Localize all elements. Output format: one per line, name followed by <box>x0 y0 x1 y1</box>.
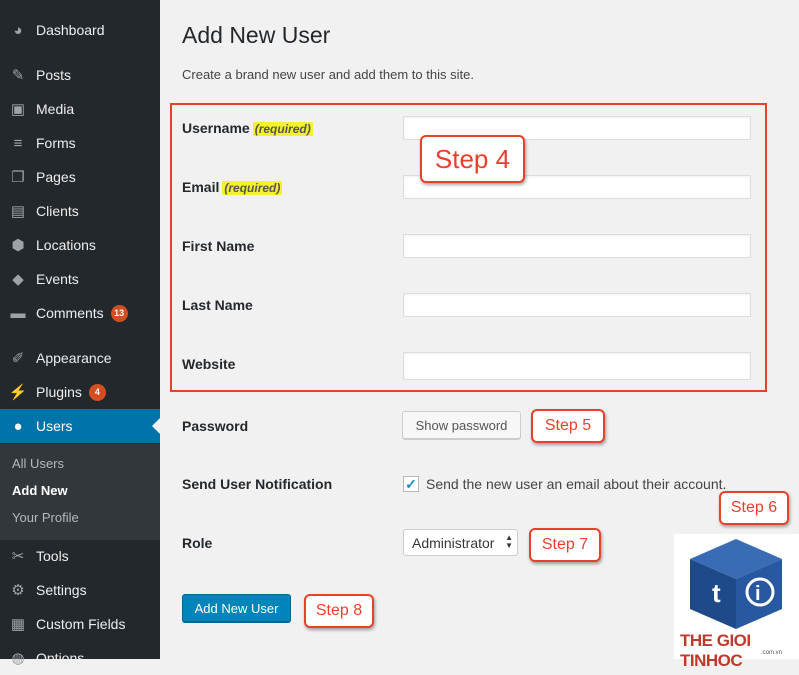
count-badge: 13 <box>110 304 128 322</box>
sidebar-item-clients[interactable]: ▤ Clients <box>0 194 160 228</box>
notification-label: Send User Notification <box>182 476 333 492</box>
password-label: Password <box>182 418 249 434</box>
select-arrows-icon: ▲ ▼ <box>505 533 513 550</box>
sidebar-item-appearance[interactable]: ✐ Appearance <box>0 341 160 375</box>
sidebar-item-options[interactable]: ◍ Options <box>0 641 160 675</box>
sidebar-item-pages[interactable]: ❐ Pages <box>0 160 160 194</box>
events-icon: ◆ <box>12 271 24 288</box>
pin-icon: ✎ <box>11 67 25 84</box>
sidebar-item-plugins[interactable]: ⚡ Plugins 4 <box>0 375 160 409</box>
sidebar-item-label: Locations <box>36 237 96 253</box>
settings-icon: ⚙ <box>11 582 25 599</box>
step7-callout: Step 7 <box>529 528 601 562</box>
sidebar-item-label: Posts <box>36 67 72 83</box>
submenu-item-all-users[interactable]: All Users <box>12 456 64 471</box>
page-description: Create a brand new user and add them to … <box>182 67 474 82</box>
sidebar-item-posts[interactable]: ✎ Posts <box>0 58 160 92</box>
step8-callout: Step 8 <box>304 594 374 628</box>
brush-icon: ✐ <box>11 350 25 367</box>
admin-sidebar: ◕ Dashboard ✎ Posts ▣ Media ≡ Forms ❐ Pages ▤ Clien… <box>0 0 160 667</box>
show-password-button[interactable]: Show password <box>402 411 521 439</box>
sidebar-item-label: Custom Fields <box>36 616 126 632</box>
step4-callout: Step 4 <box>420 135 525 183</box>
sidebar-item-tools[interactable]: ✂ Tools <box>0 539 160 573</box>
sidebar-item-label: Plugins <box>36 384 82 400</box>
sidebar-item-custom-fields[interactable]: ▦ Custom Fields <box>0 607 160 641</box>
count-badge: 4 <box>88 383 106 401</box>
sidebar-item-label: Options <box>36 650 85 666</box>
sidebar-item-label: Forms <box>36 135 76 151</box>
svg-text:i: i <box>755 583 761 605</box>
table-icon: ▦ <box>10 616 26 633</box>
sidebar-item-label: Settings <box>36 582 87 598</box>
wrench-icon: ✂ <box>11 548 25 565</box>
forms-icon: ≡ <box>13 134 23 152</box>
comment-icon: ▬ <box>10 304 26 322</box>
clients-icon: ▤ <box>10 203 26 220</box>
send-notification-checkbox[interactable]: ✓ <box>403 476 419 492</box>
sidebar-item-label: Users <box>36 418 73 434</box>
sidebar-item-label: Comments <box>36 305 104 321</box>
sidebar-item-comments[interactable]: ▬ Comments 13 <box>0 296 160 330</box>
submenu-item-your-profile[interactable]: Your Profile <box>12 510 79 525</box>
page-title: Add New User <box>182 22 331 48</box>
svg-text:t: t <box>712 578 721 608</box>
sidebar-item-label: Tools <box>36 548 69 564</box>
checkmark-icon: ✓ <box>405 475 417 492</box>
add-new-user-button[interactable]: Add New User <box>182 594 291 622</box>
role-select[interactable]: Administrator ▲ ▼ <box>403 529 518 556</box>
sidebar-item-label: Events <box>36 271 79 287</box>
sidebar-item-label: Dashboard <box>36 22 105 38</box>
sidebar-item-label: Pages <box>36 169 76 185</box>
dashboard-icon: ◕ <box>13 21 23 39</box>
sidebar-item-dashboard[interactable]: ◕ Dashboard <box>0 13 160 47</box>
user-icon: ● <box>13 417 23 435</box>
cube-logo-icon: t i <box>690 539 782 629</box>
pages-icon: ❐ <box>11 169 25 186</box>
submenu-item-add-new[interactable]: Add New <box>12 483 68 498</box>
sidebar-item-label: Appearance <box>36 350 112 366</box>
plugin-icon: ⚡ <box>8 384 28 401</box>
role-selected-value: Administrator <box>412 534 495 551</box>
sidebar-item-media[interactable]: ▣ Media <box>0 92 160 126</box>
sidebar-item-label: Media <box>36 101 75 117</box>
notification-description: Send the new user an email about their a… <box>426 476 727 492</box>
role-label: Role <box>182 535 213 551</box>
media-icon: ▣ <box>10 101 26 118</box>
sidebar-item-label: Clients <box>36 203 79 219</box>
step6-callout: Step 6 <box>719 491 789 525</box>
sidebar-item-events[interactable]: ◆ Events <box>0 262 160 296</box>
step5-callout: Step 5 <box>531 409 605 443</box>
watermark-subtext: .com.vn <box>761 650 783 656</box>
options-icon: ◍ <box>11 650 25 667</box>
sidebar-item-forms[interactable]: ≡ Forms <box>0 126 160 160</box>
location-icon: ⬢ <box>11 237 25 254</box>
sidebar-item-settings[interactable]: ⚙ Settings <box>0 573 160 607</box>
users-submenu: All Users Add New Your Profile <box>0 444 160 540</box>
sidebar-item-locations[interactable]: ⬢ Locations <box>0 228 160 262</box>
sidebar-item-users[interactable]: ● Users <box>0 409 160 443</box>
